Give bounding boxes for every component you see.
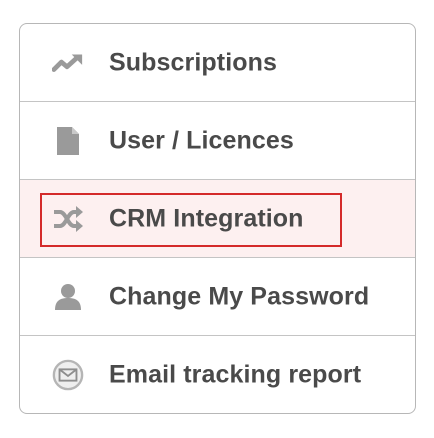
envelope-circle-icon [52,359,84,391]
menu-item-label: Subscriptions [109,48,277,76]
menu-item-label: Change My Password [109,282,370,310]
trending-up-icon [52,47,84,79]
menu-item-label: CRM Integration [109,204,304,232]
menu-item-label: Email tracking report [109,360,362,389]
menu-item-crm-integration[interactable]: CRM Integration [20,180,415,258]
menu-item-user-licences[interactable]: User / Licences [20,102,415,180]
document-icon [52,125,84,157]
menu-item-label: User / Licences [109,126,294,154]
user-icon [52,281,84,313]
menu-item-email-tracking-report[interactable]: Email tracking report [20,336,415,413]
settings-menu: Subscriptions User / Licences CRM Integr… [19,23,416,414]
menu-item-subscriptions[interactable]: Subscriptions [20,24,415,102]
shuffle-icon [52,203,84,235]
menu-item-change-password[interactable]: Change My Password [20,258,415,336]
